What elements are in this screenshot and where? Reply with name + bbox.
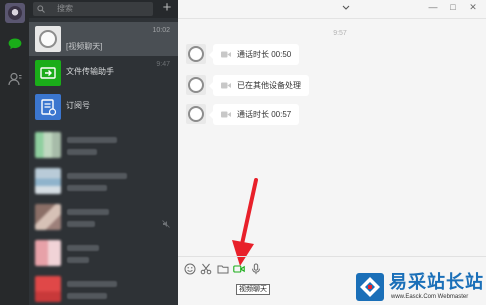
search-input[interactable]: 搜索 (33, 2, 153, 16)
watermark-title: 易采站长站 (389, 272, 484, 292)
video-camera-icon (221, 51, 231, 58)
chat-header: — □ ✕ (178, 0, 486, 18)
contact-avatar[interactable] (186, 75, 206, 95)
search-bar: 搜索 + (29, 0, 178, 18)
chevron-down-icon[interactable] (341, 2, 351, 12)
watermark-logo-icon (356, 273, 384, 301)
message-timestamp: 9:57 (333, 30, 347, 37)
contact-avatar (35, 168, 61, 194)
message-text: 通话时长 00:50 (237, 49, 292, 59)
emoji-icon[interactable] (184, 263, 196, 275)
video-chat-tooltip: 视频聊天 (236, 284, 270, 295)
contacts-icon[interactable] (8, 72, 22, 86)
session-list-body: 10:02 [视频聊天] 文件传输助手 9:47 订阅号 (29, 18, 178, 305)
contact-avatar (35, 276, 61, 302)
search-placeholder: 搜索 (57, 4, 73, 13)
video-call-icon[interactable] (233, 263, 245, 275)
contact-avatar (35, 240, 61, 266)
subscription-icon (41, 99, 57, 116)
message-text: 已在其他设备处理 (237, 80, 301, 90)
message-text: 通话时长 00:57 (237, 109, 292, 119)
list-item[interactable] (29, 200, 178, 234)
add-chat-button[interactable]: + (160, 0, 174, 15)
chat-panel: — □ ✕ 9:57 通话时长 00:50 已在其他设备处理 通话时长 00:5… (178, 0, 486, 305)
file-transfer-icon (40, 67, 56, 79)
contact-avatar (35, 132, 61, 158)
item-preview: [视频聊天] (66, 42, 103, 51)
mute-icon (162, 220, 170, 228)
watermark: 易采站长站 www.Easck.Com Webmaster (353, 271, 486, 305)
maximize-button[interactable]: □ (446, 0, 460, 14)
item-title: 文件传输助手 (66, 67, 114, 76)
video-camera-icon (221, 111, 231, 118)
divider (178, 18, 486, 19)
list-item[interactable]: 10:02 [视频聊天] (29, 22, 178, 56)
navigation-bar (0, 0, 29, 305)
chat-icon[interactable] (8, 38, 22, 50)
contact-avatar[interactable] (186, 44, 206, 64)
contact-avatar (35, 204, 61, 230)
folder-icon[interactable] (217, 263, 229, 275)
voice-icon[interactable] (250, 263, 262, 275)
conversation-list: 搜索 + 10:02 [视频聊天] 文件传输助手 9:47 订阅号 (29, 0, 178, 305)
watermark-subtitle: www.Easck.Com Webmaster (391, 294, 469, 300)
file-transfer-avatar (35, 60, 61, 86)
scissors-icon[interactable] (200, 263, 212, 275)
video-camera-icon (221, 82, 231, 89)
contact-avatar (35, 26, 61, 52)
list-item[interactable]: 订阅号 (29, 90, 178, 124)
list-item[interactable] (29, 272, 178, 305)
list-item[interactable]: 文件传输助手 9:47 (29, 56, 178, 90)
list-item[interactable] (29, 128, 178, 162)
item-title: 订阅号 (66, 101, 90, 110)
item-time: 10:02 (152, 27, 170, 34)
contact-avatar[interactable] (186, 104, 206, 124)
item-time: 9:47 (156, 61, 170, 68)
close-button[interactable]: ✕ (466, 0, 480, 14)
message-bubble[interactable]: 通话时长 00:50 (208, 44, 300, 65)
minimize-button[interactable]: — (426, 0, 440, 14)
message-bubble[interactable]: 通话时长 00:57 (208, 104, 300, 125)
subscription-avatar (35, 94, 61, 120)
message-bubble[interactable]: 已在其他设备处理 (209, 75, 309, 96)
list-item[interactable] (29, 164, 178, 198)
input-divider (178, 256, 486, 257)
list-item[interactable] (29, 236, 178, 270)
user-avatar[interactable] (5, 3, 25, 23)
search-icon (37, 5, 45, 13)
